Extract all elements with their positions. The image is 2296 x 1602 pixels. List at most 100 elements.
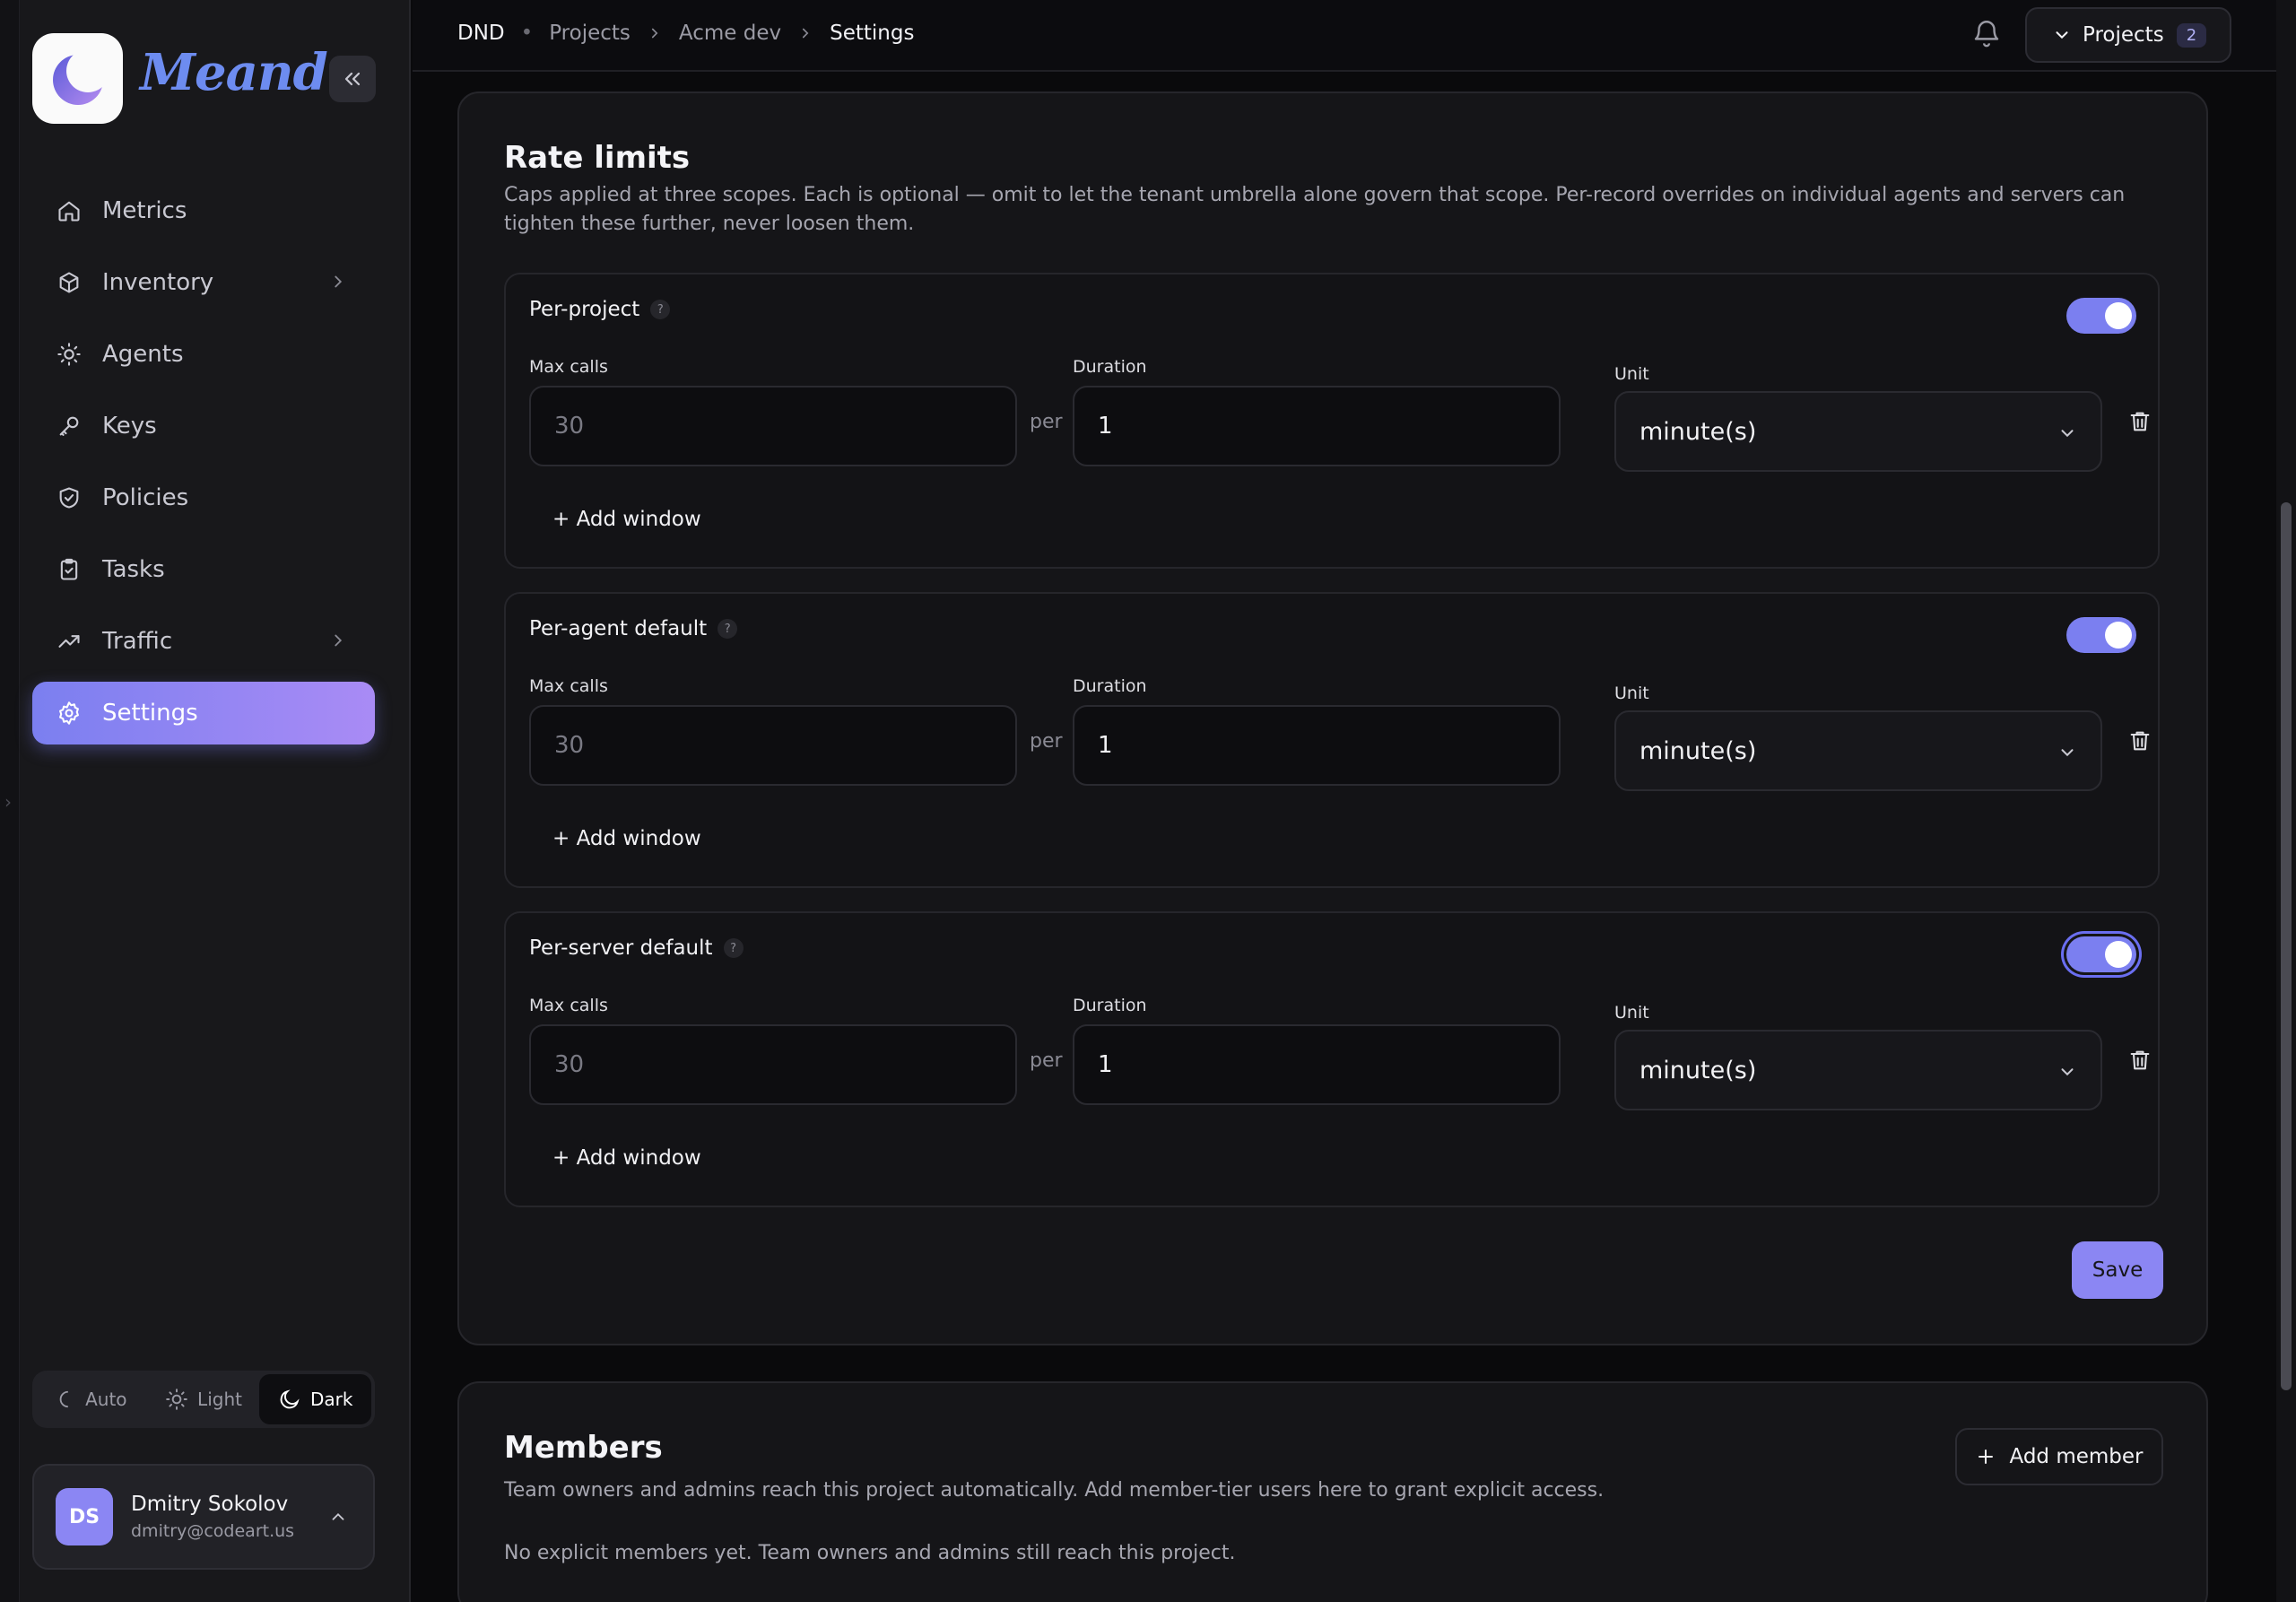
gear-icon — [56, 700, 83, 727]
duration-input[interactable]: 1 — [1073, 705, 1561, 786]
user-menu[interactable]: DS Dmitry Sokolov dmitry@codeart.us — [32, 1464, 375, 1570]
clipboard-check-icon — [56, 556, 83, 583]
scope-title: Per-agent default ? — [529, 617, 738, 640]
brand-name: Meandr — [140, 43, 353, 102]
app-root: › Meandr Metrics Inventory Agents Keys P… — [0, 0, 2296, 1602]
sidebar-item-agents[interactable]: Agents — [32, 323, 375, 386]
add-window-button[interactable]: + Add window — [552, 827, 701, 850]
scope-toggle[interactable] — [2066, 617, 2136, 653]
unit-select-value: minute(s) — [1639, 736, 1757, 765]
breadcrumb-team[interactable]: DND — [457, 22, 505, 45]
chevrons-left-icon — [344, 72, 361, 86]
theme-option-label: Dark — [309, 1389, 353, 1410]
duration-input[interactable]: 1 — [1073, 1024, 1561, 1105]
unit-select[interactable]: minute(s) — [1614, 391, 2102, 472]
sidebar-item-label: Metrics — [102, 197, 187, 224]
projects-dropdown[interactable]: Projects 2 — [2025, 7, 2231, 63]
breadcrumb-projects[interactable]: Projects — [549, 22, 631, 45]
unit-label: Unit — [1614, 683, 1649, 703]
notifications-button[interactable] — [1971, 18, 2002, 52]
members-description: Team owners and admins reach this projec… — [504, 1479, 1605, 1502]
home-icon — [56, 197, 83, 224]
sidebar-item-settings[interactable]: Settings — [32, 682, 375, 744]
bell-icon — [1974, 21, 1999, 48]
theme-option-auto[interactable]: Auto — [36, 1374, 148, 1424]
duration-input[interactable]: 1 — [1073, 386, 1561, 466]
help-icon[interactable]: ? — [718, 619, 738, 639]
chevron-down-icon — [2061, 430, 2074, 438]
breadcrumb-current: Settings — [830, 22, 915, 45]
breadcrumb-dot: • — [520, 22, 534, 45]
half-circle-icon — [59, 1390, 69, 1408]
sidebar-item-policies[interactable]: Policies — [32, 466, 375, 529]
box-icon — [56, 269, 83, 296]
sidebar-item-keys[interactable]: Keys — [32, 395, 375, 457]
toggle-knob — [2105, 622, 2132, 649]
per-label: per — [1030, 411, 1063, 433]
max-calls-input[interactable]: 30 — [529, 1024, 1017, 1105]
scope-per-server-default: Per-server default ? Max calls Duration … — [504, 911, 2160, 1207]
max-calls-label: Max calls — [529, 676, 608, 696]
rate-limits-description: Caps applied at three scopes. Each is op… — [504, 184, 2126, 235]
unit-select-value: minute(s) — [1639, 1056, 1757, 1084]
avatar: DS — [56, 1488, 113, 1545]
chevron-right-icon — [335, 275, 343, 288]
key-icon — [56, 413, 83, 440]
trash-icon — [2130, 1050, 2150, 1070]
theme-option-dark[interactable]: Dark — [259, 1374, 372, 1424]
collapse-sidebar-button[interactable] — [329, 56, 376, 102]
chevron-right-icon — [335, 634, 343, 647]
plus-icon — [1979, 1450, 1994, 1464]
rate-limits-title: Rate limits — [504, 140, 691, 176]
top-bar: DND • Projects Acme dev Settings Project… — [413, 0, 2278, 72]
add-member-button[interactable]: Add member — [1955, 1428, 2163, 1485]
add-window-button[interactable]: + Add window — [552, 508, 701, 531]
scope-toggle[interactable] — [2066, 298, 2136, 334]
per-label: per — [1030, 1049, 1063, 1072]
sidebar-nav: Metrics Inventory Agents Keys Policies T… — [32, 179, 375, 753]
rate-limits-card: Rate limits Caps applied at three scopes… — [457, 91, 2208, 1345]
max-calls-label: Max calls — [529, 357, 608, 377]
sidebar-item-tasks[interactable]: Tasks — [32, 538, 375, 601]
scope-toggle[interactable] — [2066, 936, 2136, 972]
max-calls-input[interactable]: 30 — [529, 705, 1017, 786]
help-icon[interactable]: ? — [723, 938, 744, 958]
unit-select-value: minute(s) — [1639, 417, 1757, 446]
delete-window-button[interactable] — [2127, 728, 2152, 757]
scope-title-text: Per-agent default — [529, 617, 708, 640]
unit-label: Unit — [1614, 1003, 1649, 1023]
moon-icon — [280, 1389, 300, 1409]
scrollbar-thumb[interactable] — [2281, 502, 2292, 1390]
add-window-button[interactable]: + Add window — [552, 1146, 701, 1170]
unit-select[interactable]: minute(s) — [1614, 1030, 2102, 1110]
delete-window-button[interactable] — [2127, 1048, 2152, 1076]
scope-title: Per-server default ? — [529, 936, 744, 960]
sidebar-item-inventory[interactable]: Inventory — [32, 251, 375, 314]
toggle-knob — [2105, 941, 2132, 968]
sun-icon — [166, 1389, 187, 1410]
sidebar-item-metrics[interactable]: Metrics — [32, 179, 375, 242]
expand-arrow-icon[interactable]: › — [4, 791, 12, 813]
theme-option-light[interactable]: Light — [148, 1374, 260, 1424]
scope-title-text: Per-server default — [529, 936, 713, 960]
save-button[interactable]: Save — [2072, 1241, 2163, 1299]
duration-label: Duration — [1073, 357, 1147, 377]
duration-label: Duration — [1073, 676, 1147, 696]
breadcrumb: DND • Projects Acme dev Settings — [457, 22, 914, 45]
per-label: per — [1030, 730, 1063, 753]
unit-select[interactable]: minute(s) — [1614, 710, 2102, 791]
sidebar-item-traffic[interactable]: Traffic — [32, 610, 375, 673]
members-card: Members Team owners and admins reach thi… — [457, 1381, 2208, 1602]
delete-window-button[interactable] — [2127, 409, 2152, 438]
chevron-down-icon — [2056, 31, 2068, 39]
sidebar-edge[interactable]: › — [0, 0, 20, 1602]
chevron-right-icon — [651, 28, 658, 39]
sidebar-item-label: Traffic — [102, 628, 173, 655]
app-logo — [32, 33, 123, 124]
projects-label: Projects — [2083, 23, 2164, 47]
sidebar: › Meandr Metrics Inventory Agents Keys P… — [0, 0, 411, 1602]
breadcrumb-project[interactable]: Acme dev — [679, 22, 781, 45]
max-calls-input[interactable]: 30 — [529, 386, 1017, 466]
scope-per-project: Per-project ? Max calls Duration Unit 30… — [504, 273, 2160, 569]
help-icon[interactable]: ? — [650, 300, 671, 319]
